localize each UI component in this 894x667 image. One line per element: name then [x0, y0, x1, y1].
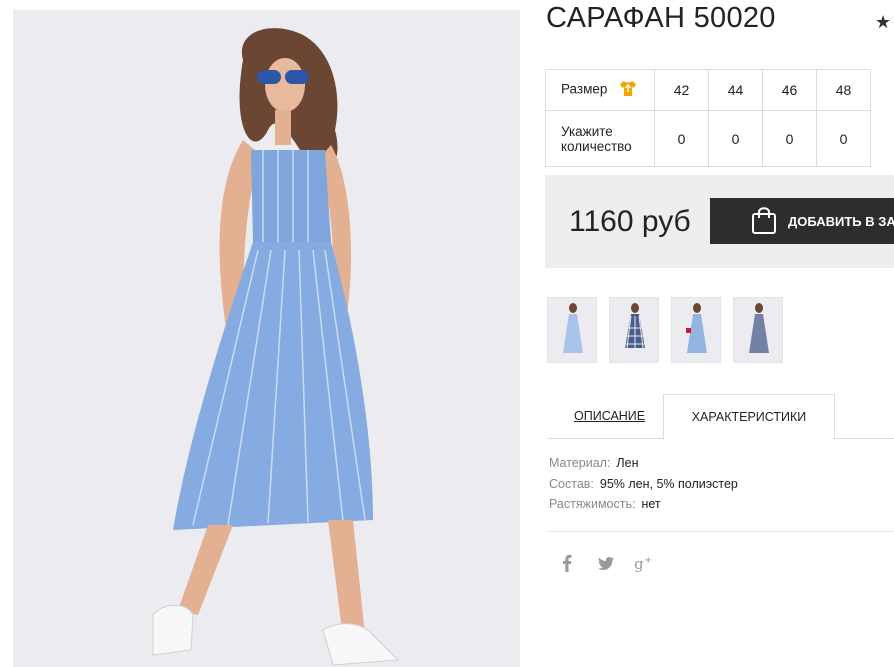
quantity-input-46[interactable]: 0: [762, 110, 817, 167]
quantity-label: Укажите количество: [545, 110, 655, 167]
spec-key: Состав:: [549, 476, 594, 491]
spec-value: Лен: [616, 456, 639, 470]
star-icon[interactable]: ★: [875, 12, 891, 33]
svg-text:g: g: [634, 555, 644, 572]
price-bar: 1160 руб ДОБАВИТЬ В ЗАКАЗ: [545, 175, 894, 268]
quantity-label-line2: количество: [561, 138, 632, 154]
spec-row-material: Материал: Лен: [549, 456, 738, 477]
size-42: 42: [654, 69, 709, 111]
thumbnail-2[interactable]: [609, 297, 659, 363]
svg-text:+: +: [644, 555, 652, 566]
quantity-input-44[interactable]: 0: [708, 110, 763, 167]
characteristics-list: Материал: Лен Состав: 95% лен, 5% полиэсте…: [549, 456, 738, 518]
size-label: Размер: [561, 81, 608, 97]
spec-key: Материал:: [549, 456, 611, 470]
tab-description[interactable]: ОПИСАНИЕ: [574, 409, 645, 423]
thumbnail-1[interactable]: [547, 297, 597, 363]
twitter-icon[interactable]: [598, 557, 614, 575]
size-46: 46: [762, 69, 817, 111]
tshirt-icon[interactable]: [619, 80, 637, 100]
section-divider: [547, 531, 894, 532]
shopping-bag-icon: [751, 205, 777, 238]
size-label-cell: Размер: [545, 69, 655, 111]
spec-row-composition: Состав: 95% лен, 5% полиэстер: [549, 477, 738, 498]
google-plus-icon[interactable]: g +: [634, 554, 654, 577]
add-to-cart-button[interactable]: ДОБАВИТЬ В ЗАКАЗ: [710, 198, 894, 244]
quantity-input-42[interactable]: 0: [654, 110, 709, 167]
spec-value: 95% лен, 5% полиэстер: [599, 476, 738, 491]
product-price: 1160 руб: [569, 205, 691, 238]
spec-value: нет: [641, 497, 661, 511]
product-tabs: ОПИСАНИЕ ХАРАКТЕРИСТИКИ: [547, 394, 894, 440]
facebook-icon[interactable]: [562, 554, 572, 577]
quantity-label-line1: Укажите: [561, 123, 613, 139]
spec-row-stretch: Растяжимость: нет: [549, 497, 738, 518]
thumbnail-4[interactable]: [733, 297, 783, 363]
spec-key: Растяжимость:: [549, 497, 636, 511]
add-to-cart-label: ДОБАВИТЬ В ЗАКАЗ: [788, 213, 894, 229]
product-main-image[interactable]: [13, 10, 520, 667]
thumbnail-3[interactable]: [671, 297, 721, 363]
tab-characteristics[interactable]: ХАРАКТЕРИСТИКИ: [663, 394, 835, 440]
size-table: Размер 42 44 46 48 Укажите количество 0 …: [545, 69, 871, 167]
size-48: 48: [816, 69, 871, 111]
size-44: 44: [708, 69, 763, 111]
quantity-input-48[interactable]: 0: [816, 110, 871, 167]
product-title: САРАФАН 50020: [546, 2, 776, 34]
